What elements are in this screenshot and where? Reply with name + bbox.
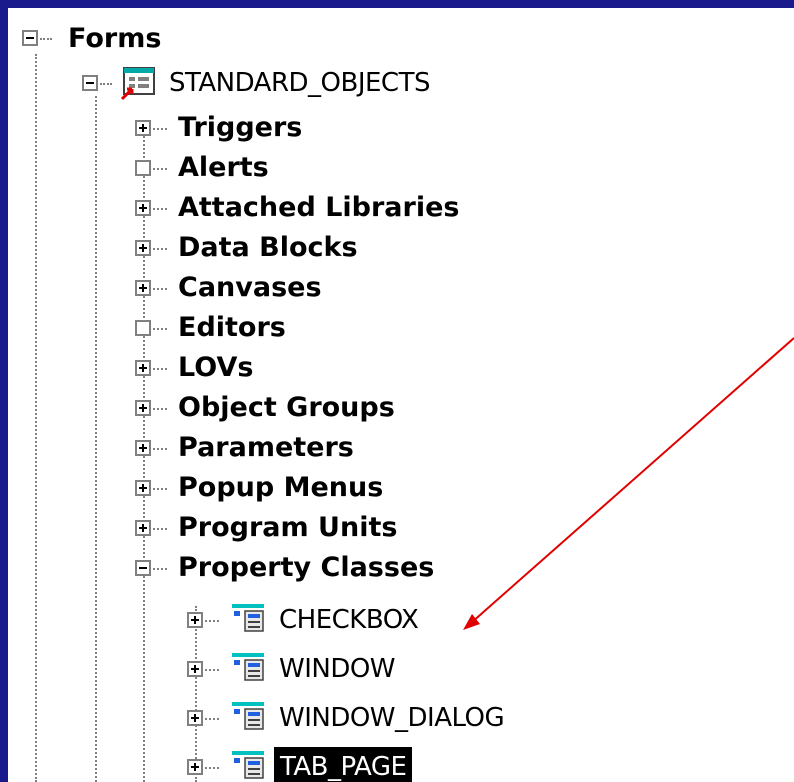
annotation-arrow (463, 337, 794, 630)
object-navigator-tree: Forms STANDARD_OBJECTS Triggers Alerts Att… (8, 8, 794, 782)
